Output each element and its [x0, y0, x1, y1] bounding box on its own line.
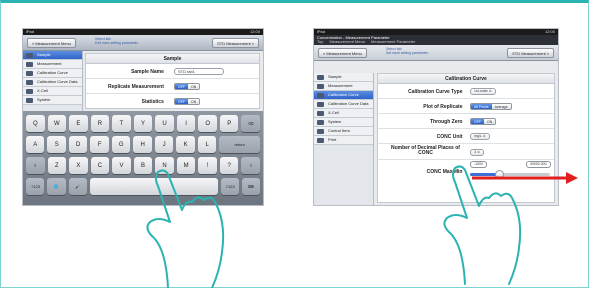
gesture-illustration	[146, 165, 578, 288]
right-hand-icon	[443, 165, 522, 285]
drag-right-arrow	[472, 172, 578, 184]
left-hand-icon	[146, 169, 225, 288]
